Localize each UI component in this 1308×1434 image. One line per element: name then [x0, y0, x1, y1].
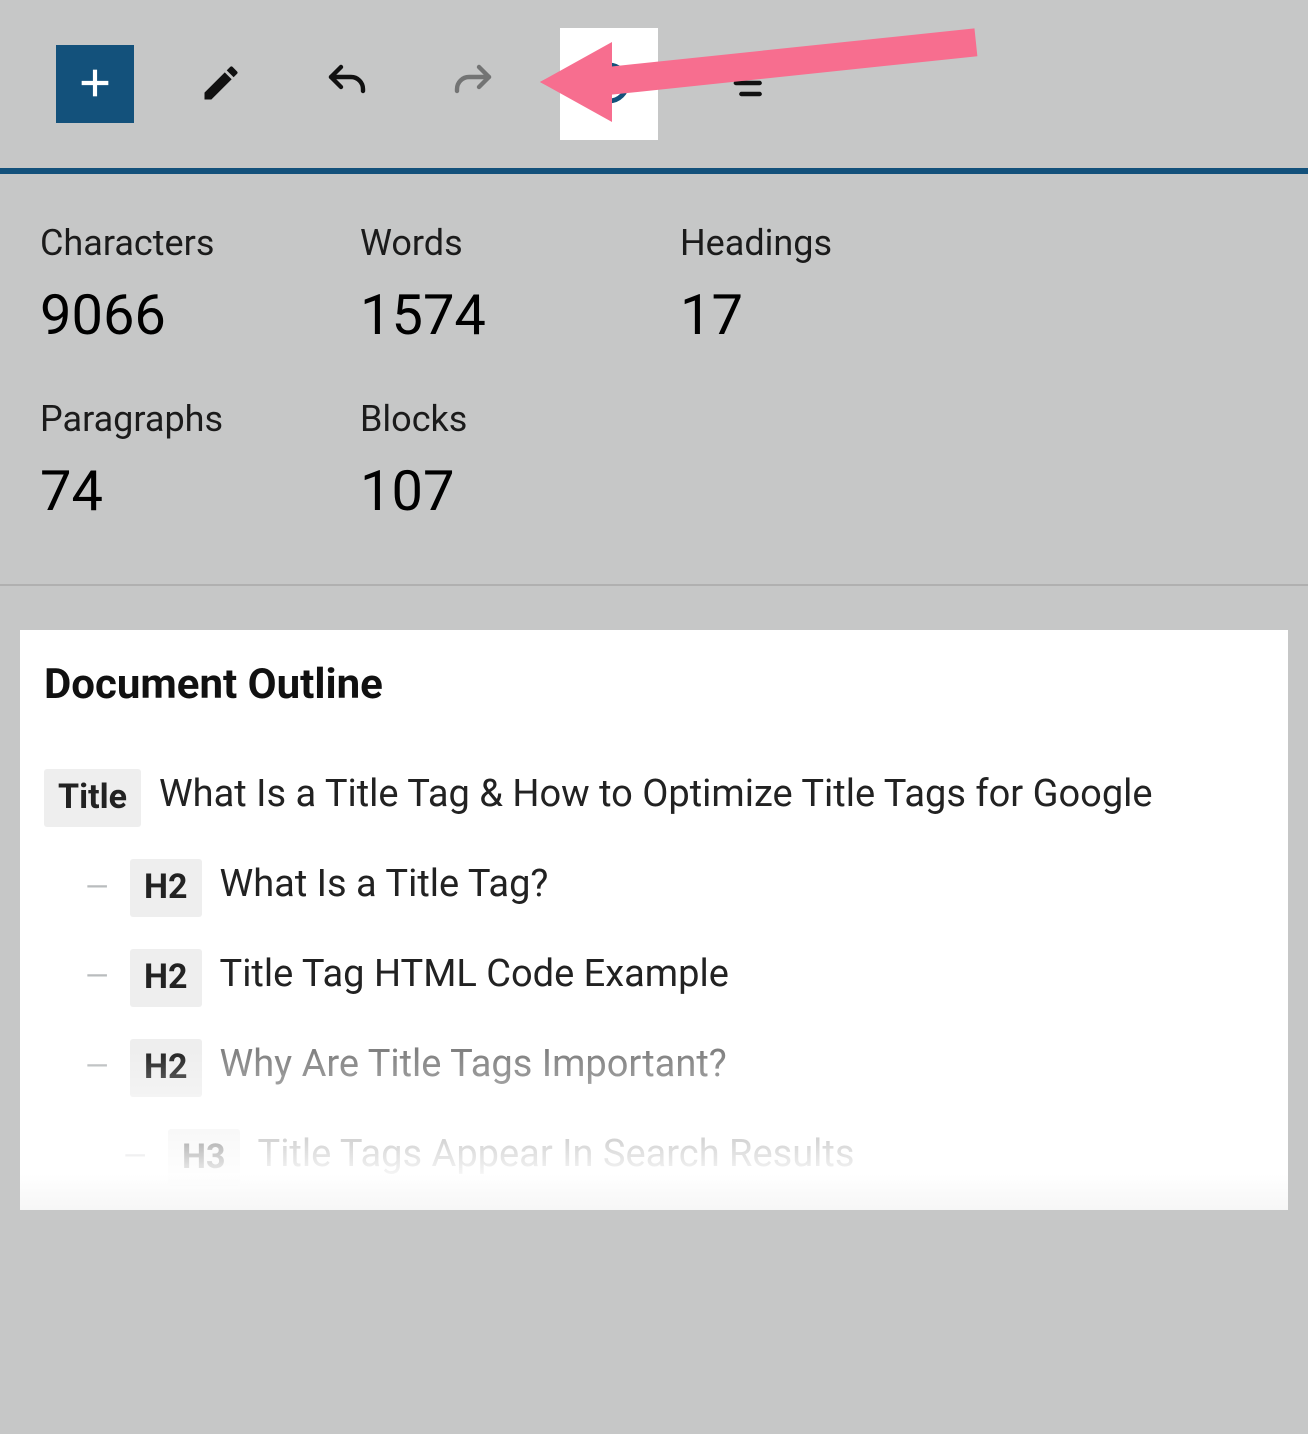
stat-value: 107: [360, 458, 680, 524]
stat-value: 9066: [40, 282, 360, 348]
stat-label: Characters: [40, 222, 360, 264]
outline-item-text: Title Tag HTML Code Example: [220, 949, 729, 1000]
heading-level-badge: H3: [168, 1129, 240, 1187]
heading-level-badge: H2: [130, 949, 202, 1007]
outline-item-h2[interactable]: — H2 Why Are Title Tags Important?: [44, 1039, 1264, 1097]
stat-words: Words 1574: [360, 222, 680, 348]
stat-value: 1574: [360, 282, 680, 348]
redo-button[interactable]: [434, 45, 512, 123]
plus-icon: [75, 63, 115, 106]
undo-button[interactable]: [308, 45, 386, 123]
undo-icon: [323, 59, 371, 110]
stat-label: Blocks: [360, 398, 680, 440]
redo-icon: [449, 59, 497, 110]
tree-connector-icon: —: [120, 1137, 150, 1178]
outline-item-text: What Is a Title Tag & How to Optimize Ti…: [159, 769, 1153, 820]
tree-connector-icon: —: [82, 868, 112, 909]
edit-button[interactable]: [182, 45, 260, 123]
editor-info-panel: Characters 9066 Words 1574 Headings 17 P…: [0, 0, 1308, 1434]
stats-divider: [0, 584, 1308, 586]
stat-paragraphs: Paragraphs 74: [40, 398, 360, 524]
document-outline-panel: Document Outline Title What Is a Title T…: [20, 630, 1288, 1210]
list-view-button[interactable]: [706, 45, 784, 123]
list-view-icon: [723, 61, 767, 108]
document-stats: Characters 9066 Words 1574 Headings 17 P…: [0, 174, 1308, 584]
outline-list: Title What Is a Title Tag & How to Optim…: [44, 769, 1264, 1186]
stat-headings: Headings 17: [680, 222, 1000, 348]
outline-item-h2[interactable]: — H2 Title Tag HTML Code Example: [44, 949, 1264, 1007]
stat-blocks: Blocks 107: [360, 398, 680, 524]
outline-title: Document Outline: [44, 660, 1264, 709]
outline-item-h3[interactable]: — H3 Title Tags Appear In Search Results: [44, 1129, 1264, 1187]
stat-label: Headings: [680, 222, 1000, 264]
info-button-highlight: [560, 28, 658, 140]
heading-level-badge: Title: [44, 769, 141, 827]
stat-label: Paragraphs: [40, 398, 360, 440]
info-icon: [585, 59, 633, 110]
tree-connector-icon: —: [82, 957, 112, 998]
outline-item-title[interactable]: Title What Is a Title Tag & How to Optim…: [44, 769, 1264, 827]
stat-value: 74: [40, 458, 360, 524]
outline-item-text: Why Are Title Tags Important?: [220, 1039, 727, 1090]
heading-level-badge: H2: [130, 1039, 202, 1097]
stat-label: Words: [360, 222, 680, 264]
toolbar: [0, 0, 1308, 168]
screenshot-fade: [0, 1174, 1308, 1434]
add-block-button[interactable]: [56, 45, 134, 123]
pencil-icon: [199, 61, 243, 108]
outline-item-h2[interactable]: — H2 What Is a Title Tag?: [44, 859, 1264, 917]
stat-value: 17: [680, 282, 1000, 348]
outline-item-text: Title Tags Appear In Search Results: [258, 1129, 855, 1180]
tree-connector-icon: —: [82, 1047, 112, 1088]
heading-level-badge: H2: [130, 859, 202, 917]
stat-characters: Characters 9066: [40, 222, 360, 348]
info-button[interactable]: [570, 45, 648, 123]
outline-item-text: What Is a Title Tag?: [220, 859, 549, 910]
